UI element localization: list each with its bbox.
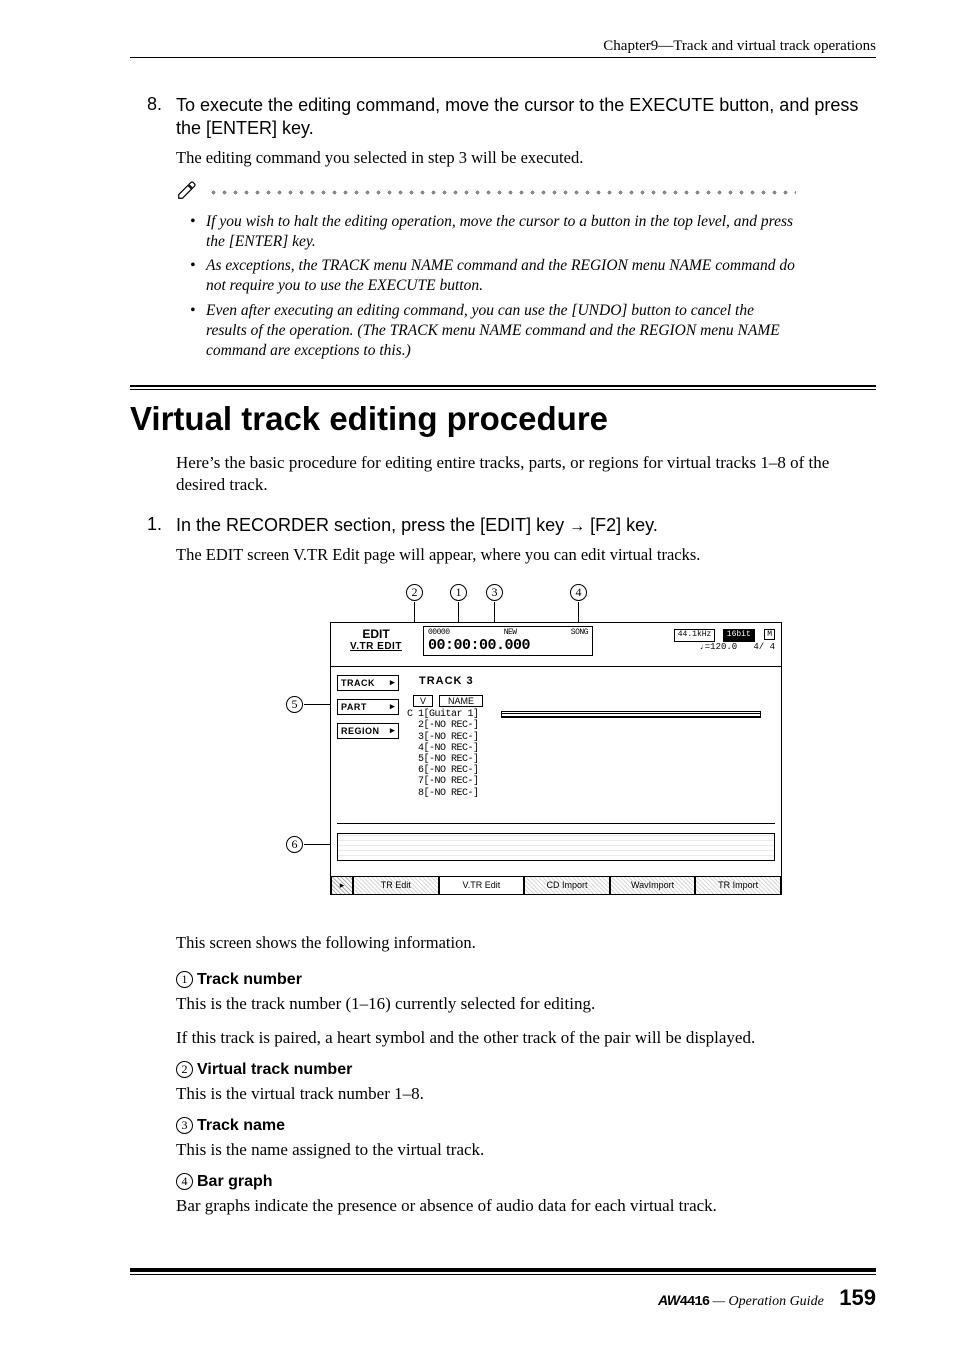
step-8-body: The editing command you selected in step… [176,147,876,169]
note-item: As exceptions, the TRACK menu NAME comma… [194,256,796,296]
note-dots [208,190,796,195]
tab-wav-import[interactable]: WavImport [610,876,696,894]
status-tempo: ♩=120.0 [699,642,737,652]
running-header: Chapter9—Track and virtual track operati… [130,38,876,62]
callout-1: 1 [450,584,467,602]
header-rule [130,57,876,58]
definition-body: If this track is paired, a heart symbol … [176,1027,876,1049]
lcd-sidebar: TRACK PART REGION [337,675,399,747]
circled-number: 4 [176,1173,193,1190]
product-logo: AW4416 [658,1292,713,1308]
callout-3: 3 [486,584,503,602]
section-title: Virtual track editing procedure [130,400,876,438]
section-rule [130,385,876,387]
col-header-v: V [413,695,433,707]
definition-head: Track name [197,1117,285,1134]
callout-4: 4 [570,584,587,602]
definition-head: Track number [197,971,302,988]
lcd-title: EDIT V.TR EDIT [337,627,415,652]
lcd-status: 44.1kHz 16bit M ♩=120.0 4/ 4 [672,629,775,653]
counter-label: NEW [504,628,517,637]
circled-number: 3 [176,1117,193,1134]
section-intro: Here’s the basic procedure for editing e… [176,452,876,496]
section-rule [130,389,876,390]
lcd-tabs: ▸ TR Edit V.TR Edit CD Import WavImport … [331,876,781,894]
definition-item: 2 Virtual track number [176,1061,876,1079]
lcd-counter: 00000 NEW SONG 00:00:00.000 [423,626,593,656]
step-8: 8. To execute the editing command, move … [130,94,876,141]
step-1: 1. In the RECORDER section, press the [E… [130,514,876,538]
bargraph-region [501,711,771,721]
sidebar-part-button[interactable]: PART [337,699,399,715]
tab-menu-icon[interactable]: ▸ [331,876,353,894]
footer-rule [130,1274,876,1275]
arrow-icon: → [569,518,585,535]
callout-5: 5 [286,696,303,714]
callout-2: 2 [406,584,423,602]
lcd-screen: EDIT V.TR EDIT 00000 NEW SONG 00:00:00.0… [330,622,782,895]
definitions-intro: This screen shows the following informat… [176,932,876,954]
page-footer: AW4416 — Operation Guide 159 [130,1268,876,1311]
footer-guide-label: — Operation Guide [713,1294,824,1309]
callout-6: 6 [286,836,303,854]
logo-model: 4416 [680,1294,710,1310]
status-sig: 4/ 4 [753,642,775,652]
vtrack-list: C 1[Guitar 1] 2[-NO REC-] 3[-NO REC-] 4[… [407,709,479,799]
col-header-name: NAME [439,695,483,707]
status-bits: 16bit [723,629,755,641]
step-1-body: The EDIT screen V.TR Edit page will appe… [176,544,876,566]
step-text-suffix: [F2] key. [585,515,658,535]
definition-item: 3 Track name [176,1117,876,1135]
tab-tr-import[interactable]: TR Import [695,876,781,894]
definition-body: Bar graphs indicate the presence or abse… [176,1195,876,1217]
footer-rule [130,1268,876,1272]
pencil-icon [176,179,198,206]
logo-prefix: AW [658,1292,680,1308]
tab-cd-import[interactable]: CD Import [524,876,610,894]
step-text: In the RECORDER section, press the [EDIT… [176,514,876,538]
page-number: 159 [839,1285,876,1310]
definition-head: Bar graph [197,1173,273,1190]
definition-item: 1 Track number [176,971,876,989]
lcd-figure: 2 1 3 4 5 6 EDIT V.TR EDIT 00000 NEW SON… [130,584,876,906]
sidebar-region-button[interactable]: REGION [337,723,399,739]
step-text: To execute the editing command, move the… [176,94,876,141]
definition-body: This is the track number (1–16) currentl… [176,993,876,1015]
counter-label: SONG [571,628,588,637]
sidebar-track-button[interactable]: TRACK [337,675,399,691]
definition-head: Virtual track number [197,1061,352,1078]
timeline-rule [337,823,775,831]
step-text-prefix: In the RECORDER section, press the [EDIT… [176,515,569,535]
counter-label: 00000 [428,628,450,637]
lcd-topbar: EDIT V.TR EDIT 00000 NEW SONG 00:00:00.0… [331,623,781,667]
step-number: 1. [130,514,162,538]
note-item: Even after executing an editing command,… [194,301,796,361]
tab-tr-edit[interactable]: TR Edit [353,876,439,894]
metronome-icon: M [764,629,775,640]
definition-body: This is the virtual track number 1–8. [176,1083,876,1105]
note-item: If you wish to halt the editing operatio… [194,212,796,252]
chapter-title: Chapter9—Track and virtual track operati… [603,38,876,54]
bargraph-row [501,711,761,718]
counter-time: 00:00:00.000 [428,637,588,654]
lcd-title-main: EDIT [337,627,415,641]
circled-number: 2 [176,1061,193,1078]
track-label: TRACK 3 [419,675,474,687]
status-rate: 44.1kHz [674,629,716,641]
timeline [337,833,775,861]
tab-vtr-edit[interactable]: V.TR Edit [439,876,525,894]
circled-number: 1 [176,971,193,988]
lcd-title-sub: V.TR EDIT [337,641,415,652]
note-block: If you wish to halt the editing operatio… [176,179,796,361]
definition-body: This is the name assigned to the virtual… [176,1139,876,1161]
definition-item: 4 Bar graph [176,1173,876,1191]
step-number: 8. [130,94,162,141]
